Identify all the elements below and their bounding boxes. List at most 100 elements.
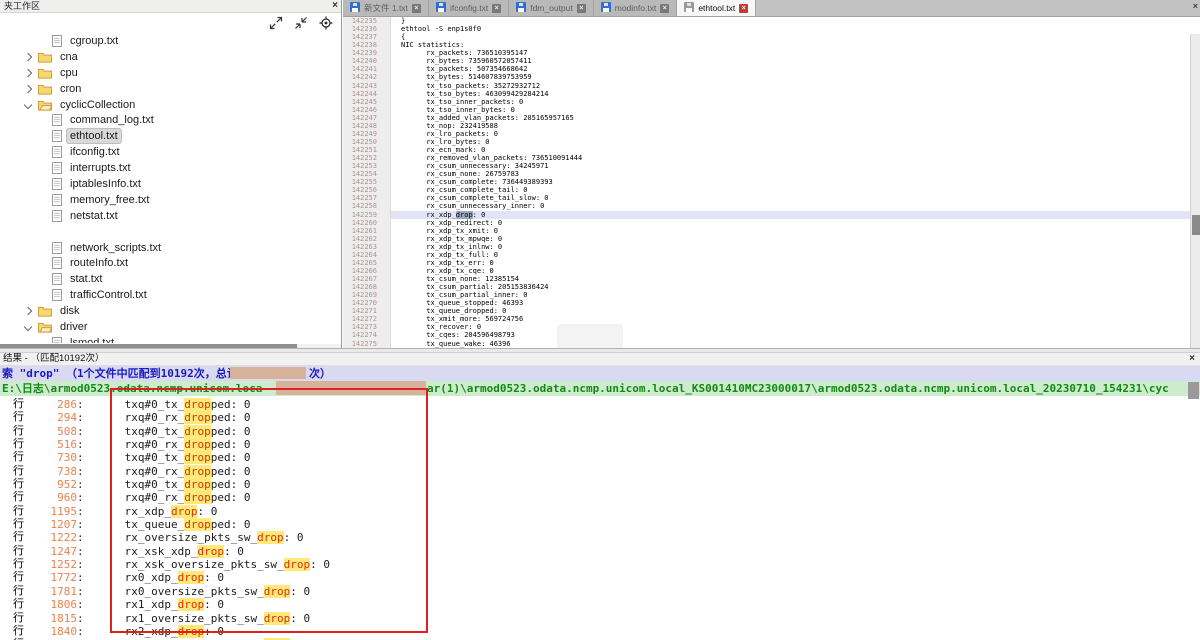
tree-item-label: routeInfo.txt xyxy=(67,256,131,270)
file-icon xyxy=(52,289,62,301)
tab-close-icon[interactable]: × xyxy=(412,4,421,13)
line-text: rx_csum_none: 26759783 xyxy=(391,170,1200,178)
tree-item[interactable]: cyclicCollection xyxy=(0,97,340,113)
collapse-all-icon[interactable] xyxy=(294,16,308,30)
colon: : xyxy=(77,491,84,504)
search-summary-line: 索 "drop" （1个文件中匹配到10192次，总计 次） xyxy=(0,366,1200,381)
colon: : xyxy=(77,612,84,625)
file-tree: cgroup.txtcnacpucroncyclicCollectioncomm… xyxy=(0,33,340,343)
chevron-icon[interactable] xyxy=(24,53,32,61)
line-text: rx_lro_packets: 0 xyxy=(391,130,1200,138)
close-icon[interactable]: × xyxy=(1193,2,1198,11)
editor-tab[interactable]: ifconfig.txt× xyxy=(429,0,509,16)
editor-tab[interactable]: fdm_output× xyxy=(509,0,594,16)
tree-item[interactable]: lsmod.txt xyxy=(0,335,340,343)
file-icon xyxy=(52,146,62,158)
row-prefix: 行 xyxy=(13,518,29,531)
row-prefix: 行 xyxy=(13,491,29,504)
tree-item[interactable]: command_log.txt xyxy=(0,112,340,128)
tree-item-label: disk xyxy=(57,304,83,318)
line-number: 142255 xyxy=(343,178,391,186)
tree-item-redacted xyxy=(0,224,340,240)
tree-item[interactable]: cpu xyxy=(0,65,340,81)
editor-line: 142257 rx_csum_complete_tail_slow: 0 xyxy=(343,194,1200,202)
tab-bar: 新文件 1.txt×ifconfig.txt×fdm_output×modinf… xyxy=(343,0,1200,17)
file-path-segment: ar(1)\armod0523.odata.ncmp.unicom.local_… xyxy=(427,381,1169,396)
chevron-icon[interactable] xyxy=(24,84,32,92)
line-text: rx_xdp_tx_inlnw: 0 xyxy=(391,243,1200,251)
chevron-icon[interactable] xyxy=(24,100,32,108)
line-number: 142266 xyxy=(343,267,391,275)
row-prefix: 行 xyxy=(13,438,29,451)
line-number: 142270 xyxy=(343,299,391,307)
tree-item[interactable]: stat.txt xyxy=(0,271,340,287)
tree-item[interactable]: routeInfo.txt xyxy=(0,255,340,271)
tree-item[interactable]: network_scripts.txt xyxy=(0,240,340,256)
editor-line: 142259 rx_xdp_drop: 0 xyxy=(343,211,1200,219)
line-number: 142251 xyxy=(343,146,391,154)
line-number: 142256 xyxy=(343,186,391,194)
tab-close-icon[interactable]: × xyxy=(739,4,748,13)
expand-all-icon[interactable] xyxy=(269,16,283,30)
colon: : xyxy=(77,558,84,571)
chevron-icon[interactable] xyxy=(24,323,32,331)
editor-tab[interactable]: 新文件 1.txt× xyxy=(343,0,429,16)
editor-lines: 142235}142236ethtool -S enp1s0f0142237{1… xyxy=(343,17,1200,348)
line-text: tx_packets: 507354668642 xyxy=(391,65,1200,73)
results-header: 结果 - （匹配10192次） × xyxy=(0,353,1200,366)
tree-item[interactable]: disk xyxy=(0,303,340,319)
tab-close-icon[interactable]: × xyxy=(660,4,669,13)
locate-file-icon[interactable] xyxy=(319,16,333,30)
tree-item[interactable]: cgroup.txt xyxy=(0,33,340,49)
tab-close-icon[interactable]: × xyxy=(577,4,586,13)
result-line-number: 1840 xyxy=(29,625,77,638)
colon: : xyxy=(77,425,84,438)
line-number: 142269 xyxy=(343,291,391,299)
line-text: NIC statistics: xyxy=(391,41,1200,49)
folder-icon xyxy=(38,83,52,95)
editor-tab[interactable]: modinfo.txt× xyxy=(594,0,678,16)
row-prefix: 行 xyxy=(13,425,29,438)
close-icon[interactable]: × xyxy=(1189,353,1195,365)
folder-icon xyxy=(38,51,52,63)
editor-tab[interactable]: ethtool.txt × xyxy=(677,0,756,16)
tab-close-icon[interactable]: × xyxy=(492,4,501,13)
tab-label: ethtool.txt xyxy=(698,3,735,13)
row-prefix: 行 xyxy=(13,612,29,625)
folder-icon xyxy=(38,99,52,111)
editor-text-area[interactable]: 142235}142236ethtool -S enp1s0f0142237{1… xyxy=(343,17,1200,348)
tree-item[interactable]: ifconfig.txt xyxy=(0,144,340,160)
chevron-icon[interactable] xyxy=(24,68,32,76)
editor-line: 142251 rx_ecn_mark: 0 xyxy=(343,146,1200,154)
line-number: 142262 xyxy=(343,235,391,243)
close-icon[interactable]: × xyxy=(332,0,338,12)
editor-vertical-scrollbar[interactable] xyxy=(1190,34,1200,348)
line-text: tx_csum_partial_inner: 0 xyxy=(391,291,1200,299)
chevron-icon[interactable] xyxy=(24,307,32,315)
line-text: tx_csum_partial: 205153836424 xyxy=(391,283,1200,291)
line-text: rx_removed_vlan_packets: 736510091444 xyxy=(391,154,1200,162)
tree-item[interactable]: trafficControl.txt xyxy=(0,287,340,303)
tree-item[interactable]: cron xyxy=(0,81,340,97)
tree-item-label: trafficControl.txt xyxy=(67,288,150,302)
tree-item[interactable]: iptablesInfo.txt xyxy=(0,176,340,192)
tree-item[interactable]: cna xyxy=(0,49,340,65)
row-prefix: 行 xyxy=(13,545,29,558)
line-number: 142260 xyxy=(343,219,391,227)
tree-item[interactable]: netstat.txt xyxy=(0,208,340,224)
editor-line: 142245 tx_tso_inner_packets: 0 xyxy=(343,98,1200,106)
folder-icon xyxy=(38,305,52,317)
tree-item[interactable]: memory_free.txt xyxy=(0,192,340,208)
results-scrollbar-thumb[interactable] xyxy=(1188,382,1199,399)
colon: : xyxy=(77,531,84,544)
colon: : xyxy=(77,438,84,451)
line-text: tx_tso_packets: 35272932712 xyxy=(391,82,1200,90)
search-match-highlight: drop xyxy=(456,211,473,219)
scrollbar-thumb[interactable] xyxy=(1192,215,1200,235)
folder-icon xyxy=(38,321,52,333)
tree-item[interactable]: interrupts.txt xyxy=(0,160,340,176)
editor-line: 142273 tx_recover: 0 xyxy=(343,323,1200,331)
workspace-toolbar xyxy=(0,13,341,32)
tree-item[interactable]: ethtool.txt xyxy=(0,128,340,144)
tree-item[interactable]: driver xyxy=(0,319,340,335)
